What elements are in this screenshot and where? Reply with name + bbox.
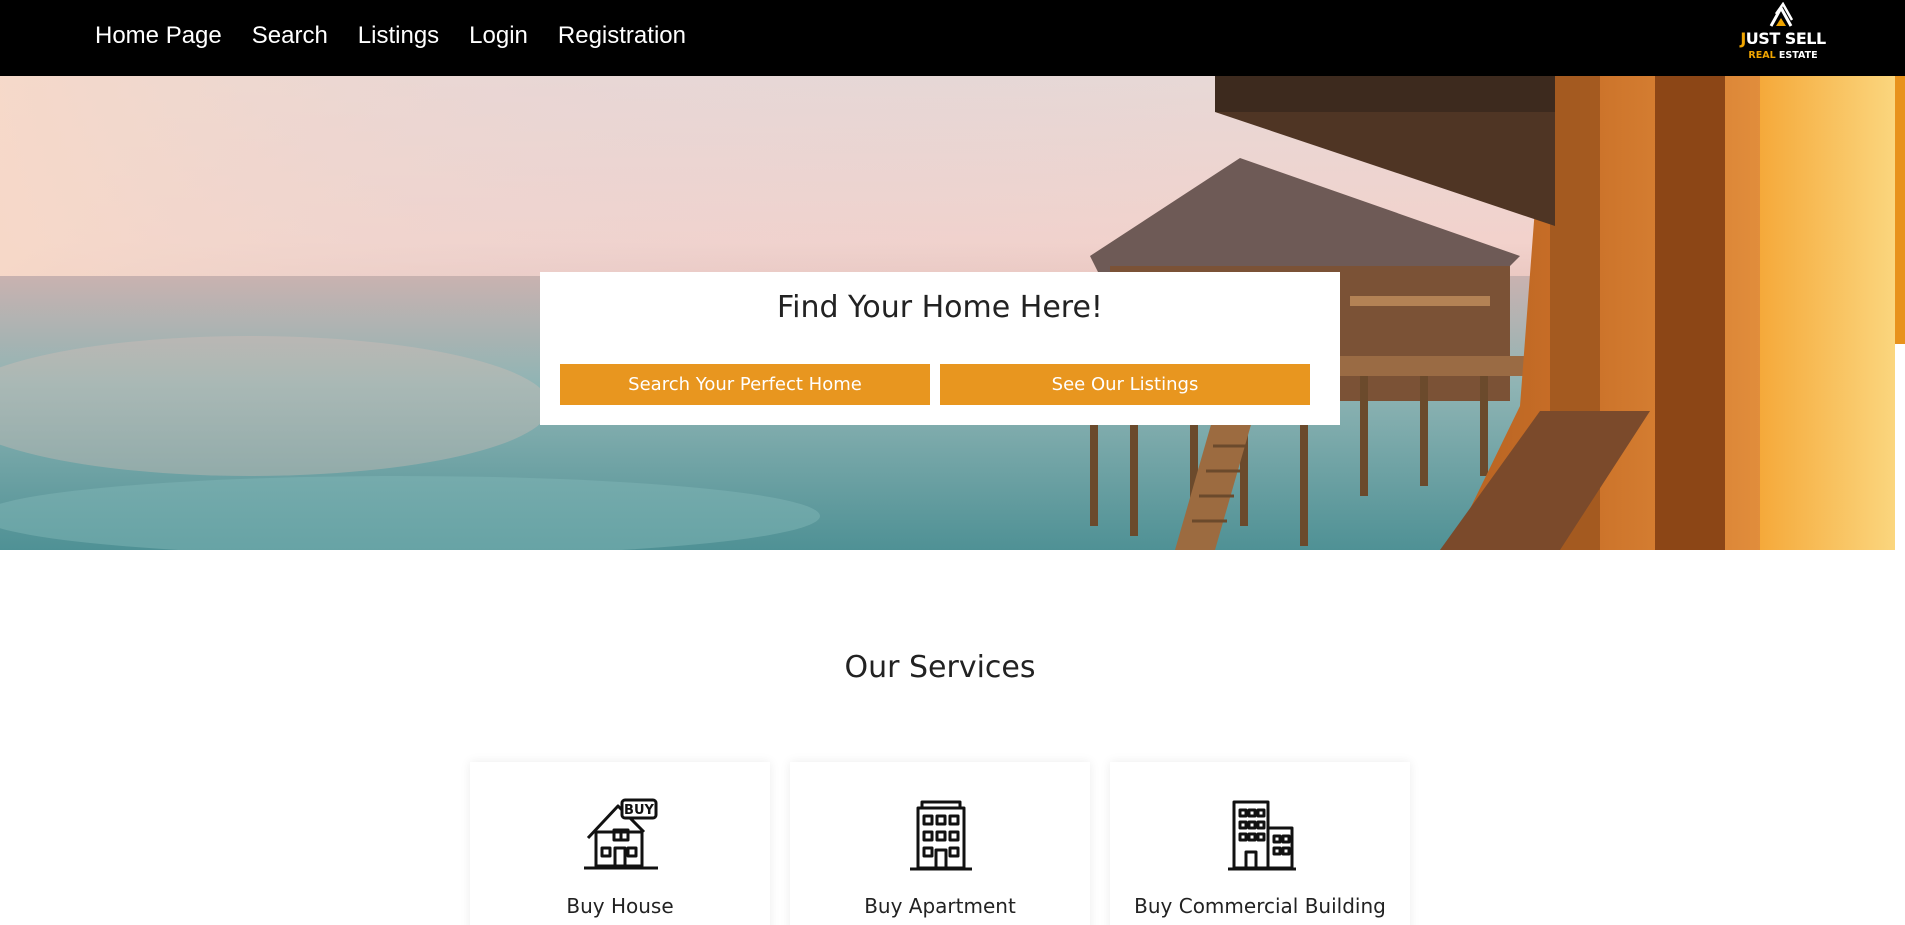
nav-registration[interactable]: Registration bbox=[558, 22, 686, 50]
search-perfect-home-button[interactable]: Search Your Perfect Home bbox=[560, 364, 930, 405]
top-navbar: Home Page Search Listings Login Registra… bbox=[0, 0, 1905, 76]
nav-search[interactable]: Search bbox=[252, 22, 328, 50]
service-card-buy-house[interactable]: BUY Buy House bbox=[470, 762, 770, 925]
apartment-building-icon bbox=[910, 800, 972, 871]
accent-strip bbox=[1895, 76, 1905, 344]
nav-home-page[interactable]: Home Page bbox=[95, 22, 222, 50]
see-listings-button[interactable]: See Our Listings bbox=[940, 364, 1310, 405]
buy-house-icon: BUY bbox=[584, 798, 658, 870]
service-card-buy-commercial-building[interactable]: Buy Commercial Building bbox=[1110, 762, 1410, 925]
commercial-building-icon bbox=[1228, 800, 1296, 871]
hero-banner: Find Your Home Here! Search Your Perfect… bbox=[0, 76, 1895, 550]
hero-search-card: Find Your Home Here! Search Your Perfect… bbox=[540, 272, 1340, 425]
hero-title: Find Your Home Here! bbox=[777, 290, 1103, 325]
nav-listings[interactable]: Listings bbox=[358, 22, 439, 50]
services-title: Our Services bbox=[844, 650, 1036, 685]
nav-links: Home Page Search Listings Login Registra… bbox=[95, 0, 686, 72]
logo-subtitle: REAL ESTATE bbox=[1748, 50, 1818, 61]
nav-login[interactable]: Login bbox=[469, 22, 528, 50]
logo-wordmark: JUST SELL bbox=[1740, 29, 1826, 48]
roof-logo-icon bbox=[1769, 2, 1794, 27]
service-label-buy-house: Buy House bbox=[566, 894, 674, 918]
service-card-buy-apartment[interactable]: Buy Apartment bbox=[790, 762, 1090, 925]
brand-logo[interactable]: JUST SELL REAL ESTATE bbox=[1738, 2, 1828, 64]
svg-text:BUY: BUY bbox=[624, 803, 654, 818]
service-label-buy-apartment: Buy Apartment bbox=[864, 894, 1016, 918]
service-label-buy-commercial-building: Buy Commercial Building bbox=[1134, 894, 1386, 918]
